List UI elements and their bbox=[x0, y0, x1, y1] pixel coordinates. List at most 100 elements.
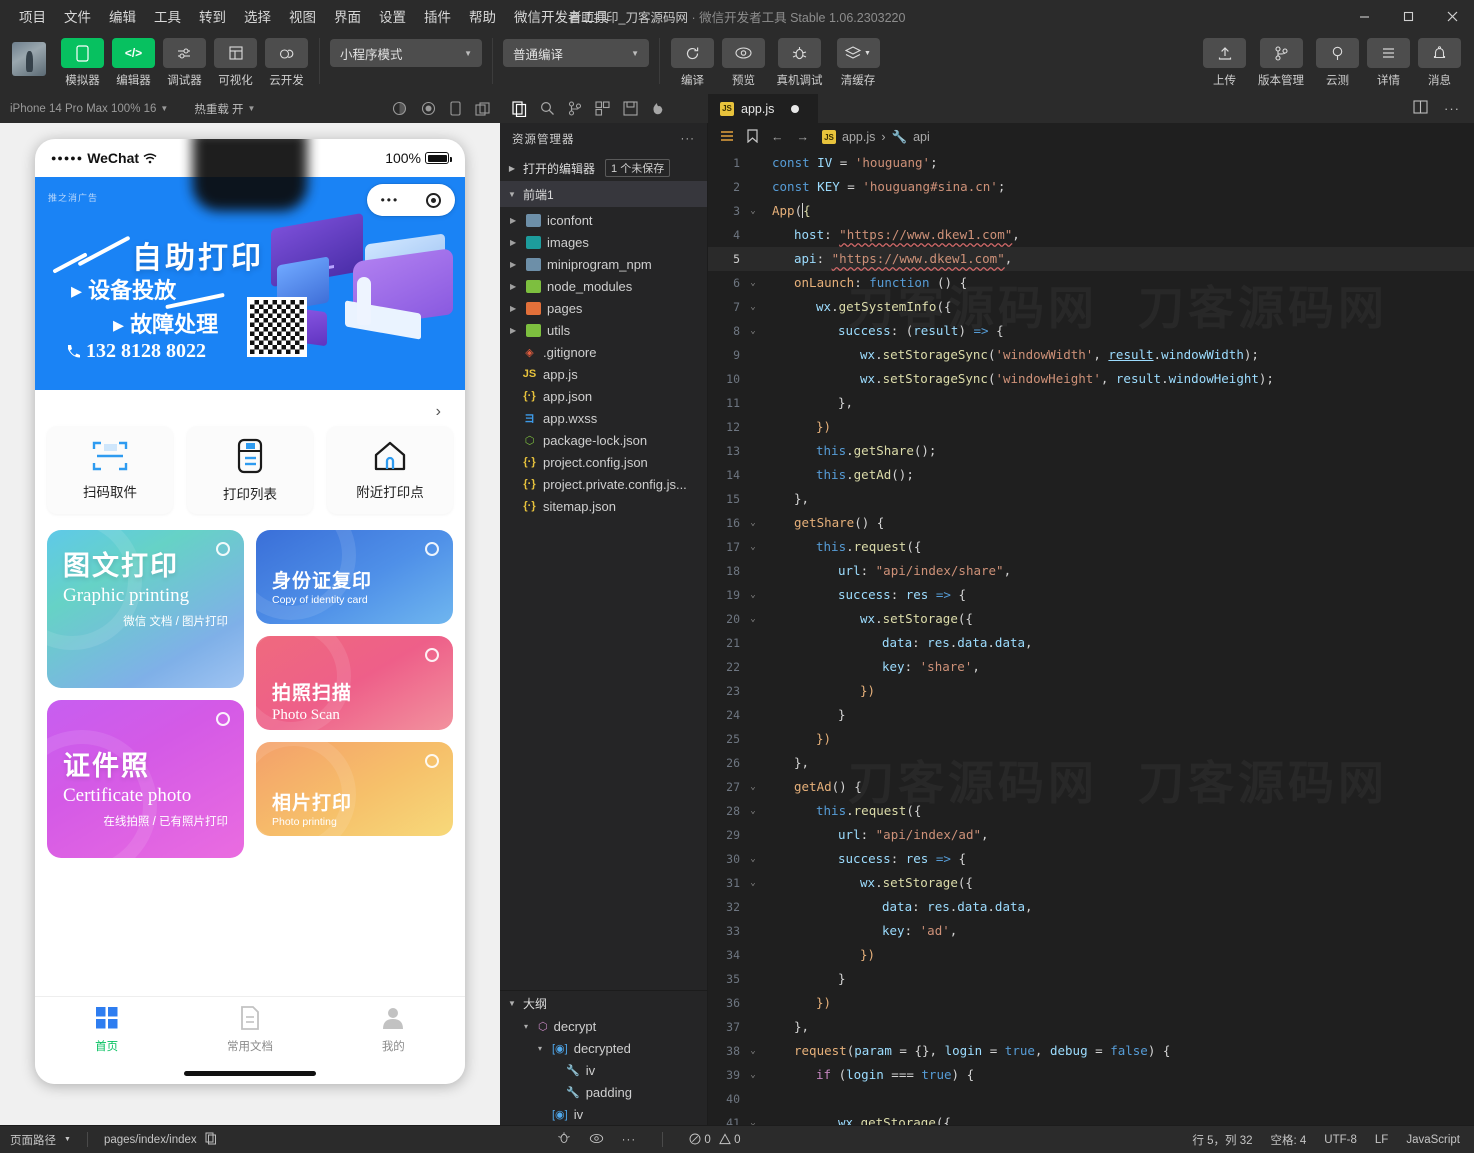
code-line[interactable]: 40 bbox=[708, 1087, 1474, 1111]
file-tree-item[interactable]: ▶ images bbox=[500, 231, 707, 253]
language-mode[interactable]: JavaScript bbox=[1406, 1134, 1460, 1146]
fold-chevron-icon[interactable]: ⌄ bbox=[744, 799, 762, 823]
chevron-right-icon[interactable]: ▶ bbox=[510, 260, 520, 269]
source-control-icon[interactable] bbox=[568, 101, 582, 116]
breadcrumb-symbol[interactable]: api bbox=[913, 130, 930, 144]
code-line[interactable]: 19 ⌄ success: res => { bbox=[708, 583, 1474, 607]
chevron-right-icon[interactable]: ▶ bbox=[510, 216, 520, 225]
outline-item[interactable]: ▾ ⬡ decrypt bbox=[500, 1015, 707, 1037]
editor-tab-app-js[interactable]: JS app.js bbox=[708, 94, 818, 123]
code-line[interactable]: 21 data: res.data.data, bbox=[708, 631, 1474, 655]
capsule-close-icon[interactable] bbox=[426, 192, 442, 208]
code-line[interactable]: 31 ⌄ wx.setStorage({ bbox=[708, 871, 1474, 895]
toolbar-upload-button[interactable]: 上传 bbox=[1202, 38, 1247, 88]
menu-item-4[interactable]: 转到 bbox=[190, 2, 235, 30]
menu-item-2[interactable]: 编辑 bbox=[100, 2, 145, 30]
save-icon[interactable] bbox=[623, 101, 638, 116]
nav-back-icon[interactable]: ← bbox=[771, 130, 784, 144]
fold-chevron-icon[interactable]: ⌄ bbox=[744, 535, 762, 559]
file-tree-item[interactable]: ▶ miniprogram_npm bbox=[500, 253, 707, 275]
menu-item-0[interactable]: 项目 bbox=[10, 2, 55, 30]
file-tree-item[interactable]: {·} project.config.json bbox=[500, 451, 707, 473]
search-icon[interactable] bbox=[540, 101, 555, 116]
menu-item-7[interactable]: 界面 bbox=[325, 2, 370, 30]
file-tree-item[interactable]: {·} project.private.config.js... bbox=[500, 473, 707, 495]
code-line[interactable]: 35} bbox=[708, 967, 1474, 991]
card-id-copy[interactable]: 身份证复印 Copy of identity card bbox=[256, 530, 453, 624]
more-actions-icon[interactable]: ··· bbox=[1444, 101, 1460, 116]
file-tree-item[interactable]: ⬡ package-lock.json bbox=[500, 429, 707, 451]
performance-icon[interactable] bbox=[392, 101, 407, 116]
code-line[interactable]: 13 this.getShare(); bbox=[708, 439, 1474, 463]
menu-item-5[interactable]: 选择 bbox=[235, 2, 280, 30]
toolbar-clearcache-button[interactable]: ▼ 清缓存 bbox=[833, 38, 883, 88]
extensions-icon[interactable] bbox=[595, 101, 610, 116]
code-line[interactable]: 28 ⌄ this.request({ bbox=[708, 799, 1474, 823]
detach-window-icon[interactable] bbox=[475, 101, 490, 116]
code-line[interactable]: 10 wx.setStorageSync('windowHeight', resu… bbox=[708, 367, 1474, 391]
code-line[interactable]: 25}) bbox=[708, 727, 1474, 751]
code-line[interactable]: 37}, bbox=[708, 1015, 1474, 1039]
code-line[interactable]: 3 ⌄ App({ bbox=[708, 199, 1474, 223]
page-path-label[interactable]: 页面路径 bbox=[10, 1132, 56, 1148]
problems-indicator[interactable]: 0 0 bbox=[689, 1133, 741, 1146]
toolbar-compile-button[interactable]: 编译 bbox=[670, 38, 715, 88]
git-flame-icon[interactable] bbox=[651, 102, 666, 116]
fold-chevron-icon[interactable]: ⌄ bbox=[744, 1111, 762, 1125]
fold-chevron-icon[interactable]: ⌄ bbox=[744, 319, 762, 343]
compile-dropdown[interactable]: 普通编译 ▼ bbox=[503, 39, 649, 67]
maximize-button[interactable] bbox=[1386, 0, 1430, 32]
toolbar-message-button[interactable]: 消息 bbox=[1417, 38, 1462, 88]
shortcut-print-list[interactable]: 打印列表 bbox=[187, 426, 313, 514]
file-tree-item[interactable]: ▶ utils bbox=[500, 319, 707, 341]
code-line[interactable]: 16 ⌄ getShare() { bbox=[708, 511, 1474, 535]
toolbar-cloud-button[interactable]: 云开发 bbox=[264, 38, 309, 88]
code-line[interactable]: 2 const KEY = 'houguang#sina.cn'; bbox=[708, 175, 1474, 199]
chevron-right-icon[interactable]: ▶ bbox=[510, 282, 520, 291]
file-tree-item[interactable]: ヨ app.wxss bbox=[500, 407, 707, 429]
copy-icon[interactable] bbox=[205, 1132, 217, 1148]
code-line[interactable]: 12}) bbox=[708, 415, 1474, 439]
code-line[interactable]: 38 ⌄ request(param = {}, login = true, deb… bbox=[708, 1039, 1474, 1063]
cursor-position[interactable]: 行 5，列 32 bbox=[1192, 1132, 1252, 1148]
fold-chevron-icon[interactable]: ⌄ bbox=[744, 607, 762, 631]
code-line[interactable]: 33 key: 'ad', bbox=[708, 919, 1474, 943]
chevron-right-icon[interactable]: ▶ bbox=[510, 326, 520, 335]
shortcut-more-arrow[interactable]: › bbox=[47, 398, 453, 426]
file-tree-item[interactable]: ◈ .gitignore bbox=[500, 341, 707, 363]
avatar[interactable] bbox=[12, 42, 46, 76]
device-frame-icon[interactable] bbox=[450, 101, 461, 116]
tab-home[interactable]: 首页 bbox=[35, 1006, 178, 1054]
fold-chevron-icon[interactable]: ⌄ bbox=[744, 847, 762, 871]
code-line[interactable]: 15}, bbox=[708, 487, 1474, 511]
menu-item-3[interactable]: 工具 bbox=[145, 2, 190, 30]
toolbar-cloudtest-button[interactable]: 云测 bbox=[1315, 38, 1360, 88]
outline-item[interactable]: ▾ [◉] decrypted bbox=[500, 1037, 707, 1059]
toolbar-editor-button[interactable]: </> 编辑器 bbox=[111, 38, 156, 88]
toolbar-realdevice-button[interactable]: 真机调试 bbox=[772, 38, 827, 88]
code-line[interactable]: 22 key: 'share', bbox=[708, 655, 1474, 679]
outline-item[interactable]: 🔧 padding bbox=[500, 1081, 707, 1103]
debug-icon[interactable] bbox=[557, 1131, 571, 1148]
outline-item[interactable]: [◉] iv bbox=[500, 1103, 707, 1125]
menu-item-10[interactable]: 帮助 bbox=[460, 2, 505, 30]
menu-item-1[interactable]: 文件 bbox=[55, 2, 100, 30]
code-line[interactable]: 34}) bbox=[708, 943, 1474, 967]
file-tree-item[interactable]: ▶ pages bbox=[500, 297, 707, 319]
shortcut-nearby[interactable]: 附近打印点 bbox=[327, 426, 453, 514]
code-line[interactable]: 6 ⌄ onLaunch: function () { bbox=[708, 271, 1474, 295]
file-tree-item[interactable]: {·} sitemap.json bbox=[500, 495, 707, 517]
toolbar-debugger-button[interactable]: 调试器 bbox=[162, 38, 207, 88]
code-line[interactable]: 39 ⌄ if (login === true) { bbox=[708, 1063, 1474, 1087]
fold-chevron-icon[interactable]: ⌄ bbox=[744, 583, 762, 607]
code-line[interactable]: 20 ⌄ wx.setStorage({ bbox=[708, 607, 1474, 631]
code-content[interactable]: 刀客源码网 刀客源码网 刀客源码网 刀客源码网 1const IV = 'hou… bbox=[708, 151, 1474, 1125]
code-line[interactable]: 24} bbox=[708, 703, 1474, 727]
code-line[interactable]: 27 ⌄ getAd() { bbox=[708, 775, 1474, 799]
code-line[interactable]: 30 ⌄ success: res => { bbox=[708, 847, 1474, 871]
card-graphic-printing[interactable]: 图文打印 Graphic printing 微信 文档 / 图片打印 bbox=[47, 530, 244, 688]
file-tree-item[interactable]: JS app.js bbox=[500, 363, 707, 385]
close-button[interactable] bbox=[1430, 0, 1474, 32]
device-selector[interactable]: iPhone 14 Pro Max 100% 16 bbox=[10, 103, 156, 115]
code-line[interactable]: 4 host: "https://www.dkew1.com", bbox=[708, 223, 1474, 247]
